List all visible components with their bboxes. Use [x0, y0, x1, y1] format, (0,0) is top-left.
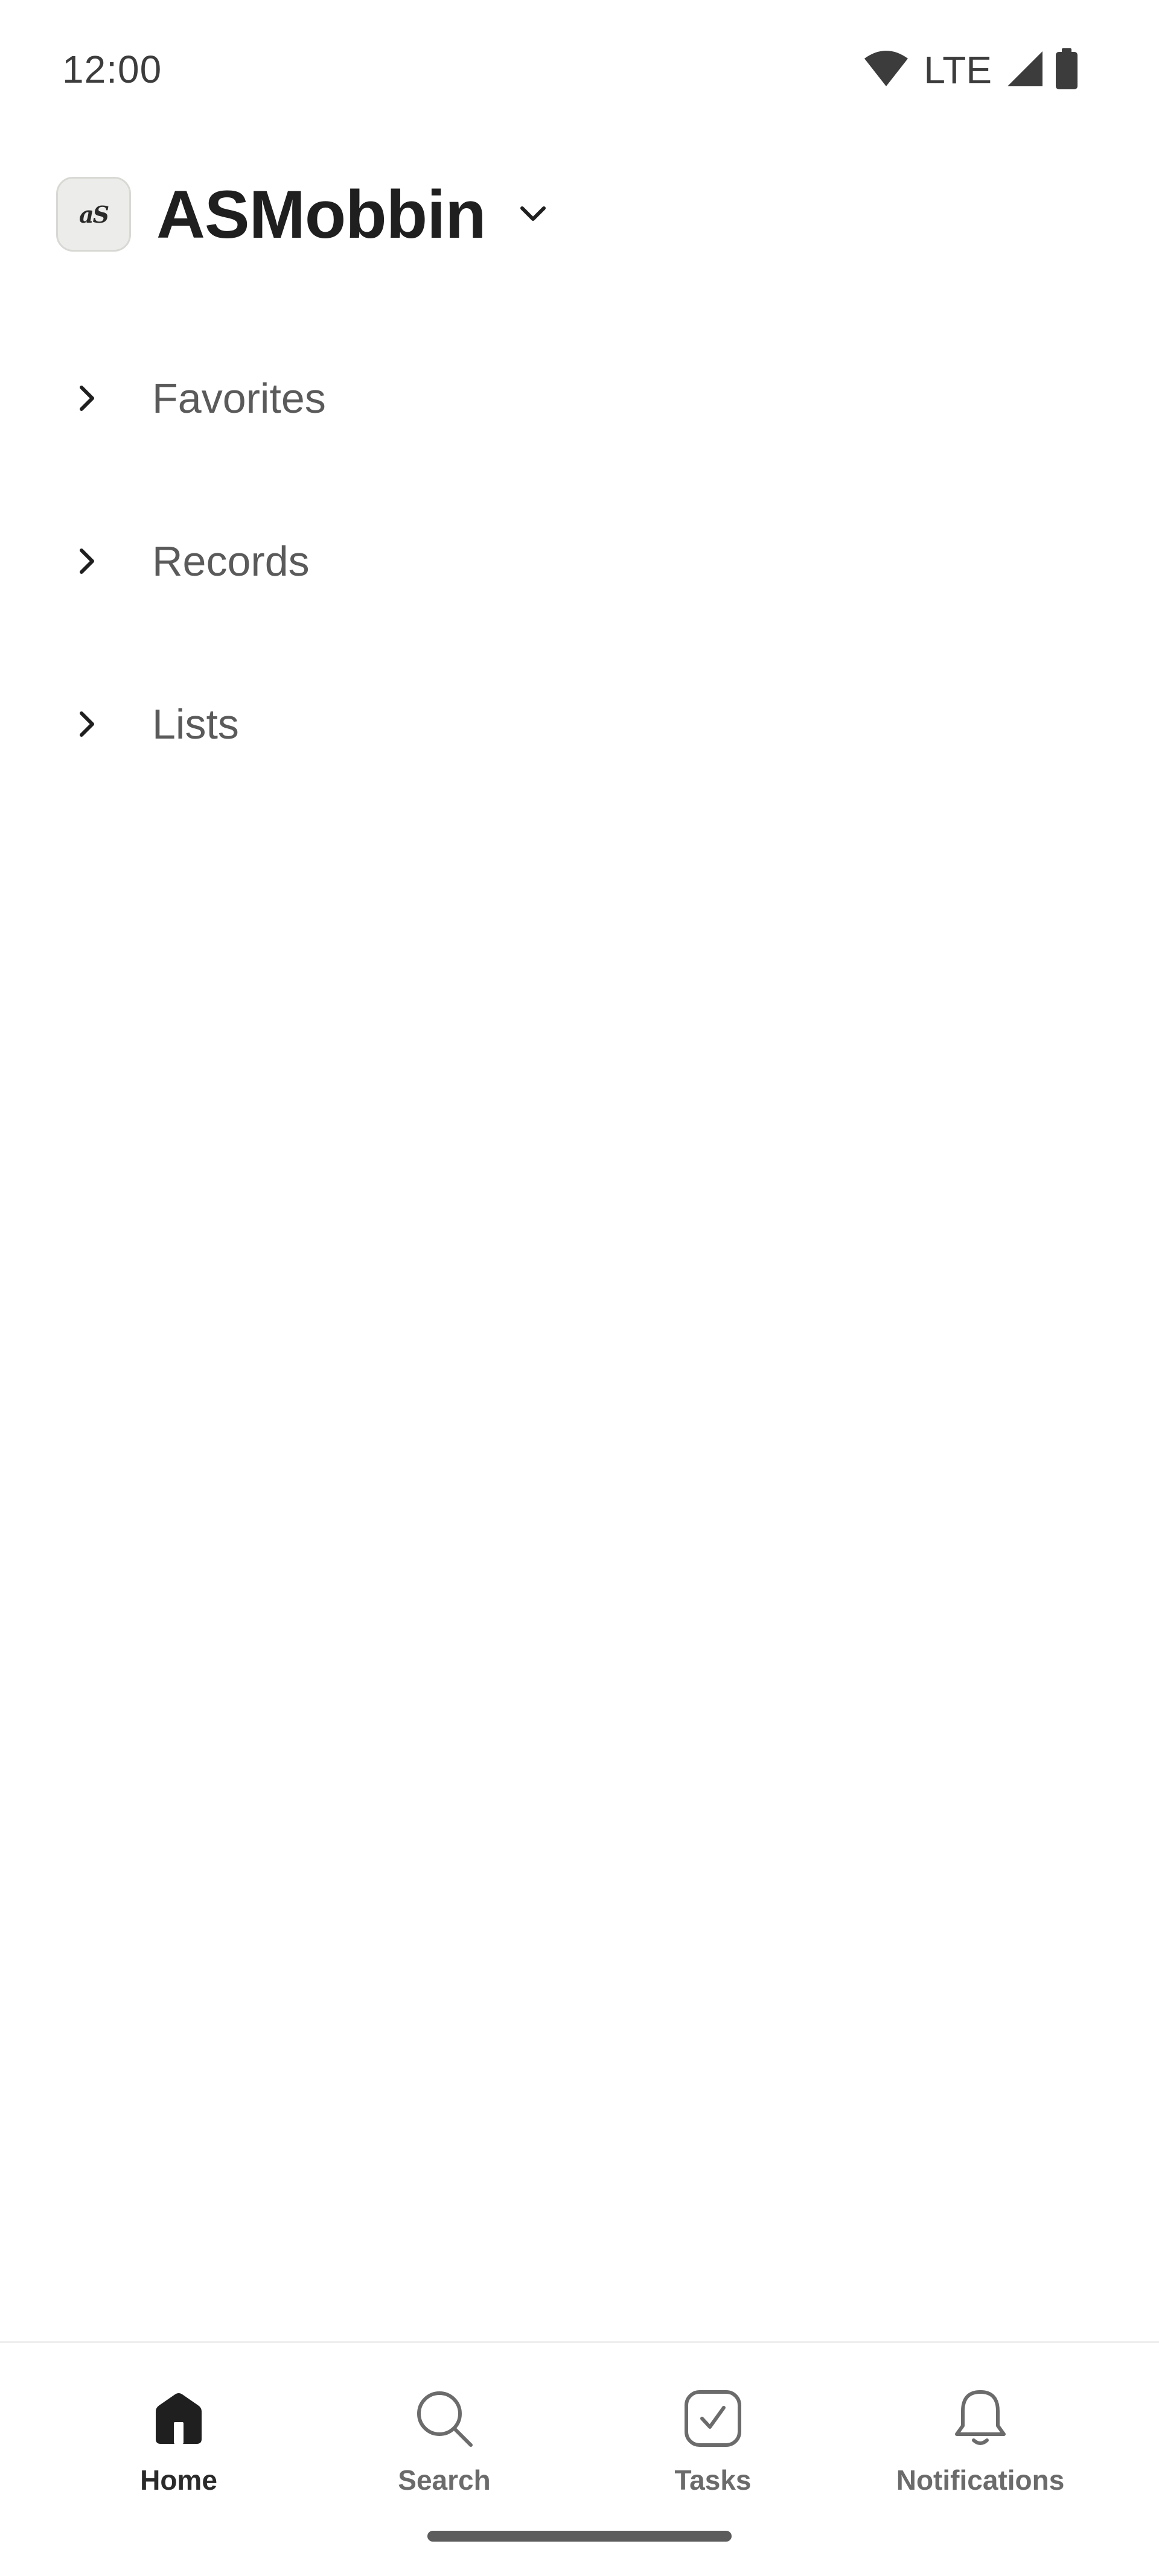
section-favorites[interactable]: Favorites: [0, 338, 1159, 459]
bell-icon: [947, 2385, 1014, 2452]
status-icons: LTE: [863, 47, 1079, 93]
home-indicator[interactable]: [427, 2531, 732, 2542]
search-icon: [411, 2385, 477, 2452]
section-label: Lists: [152, 701, 239, 748]
network-type-label: LTE: [924, 48, 992, 92]
nav-label: Notifications: [896, 2464, 1065, 2496]
workspace-logo-avatar[interactable]: aS: [56, 177, 131, 252]
wifi-icon: [863, 50, 909, 91]
chevron-right-icon[interactable]: [72, 384, 101, 413]
chevron-down-icon[interactable]: [517, 199, 549, 230]
section-lists[interactable]: Lists: [0, 664, 1159, 784]
chevron-right-icon[interactable]: [72, 710, 101, 739]
cellular-signal-icon: [1006, 50, 1044, 91]
status-time: 12:00: [62, 48, 162, 91]
nav-notifications[interactable]: Notifications: [848, 2385, 1113, 2524]
section-label: Records: [152, 538, 310, 585]
nav-tasks[interactable]: Tasks: [580, 2385, 846, 2524]
nav-label: Search: [398, 2464, 491, 2496]
section-records[interactable]: Records: [0, 501, 1159, 622]
workspace-logo-text: aS: [78, 200, 109, 228]
tasks-icon: [680, 2385, 746, 2452]
chevron-right-icon[interactable]: [72, 547, 101, 576]
nav-search[interactable]: Search: [311, 2385, 577, 2524]
home-icon: [145, 2385, 212, 2452]
workspace-name[interactable]: ASMobbin: [156, 176, 487, 253]
workspace-header[interactable]: aS ASMobbin: [56, 175, 549, 253]
nav-label: Home: [140, 2464, 217, 2496]
status-bar: 12:00 LTE: [0, 0, 1159, 139]
section-label: Favorites: [152, 375, 326, 422]
nav-home[interactable]: Home: [46, 2385, 311, 2524]
battery-icon: [1055, 48, 1079, 92]
nav-label: Tasks: [674, 2464, 752, 2496]
